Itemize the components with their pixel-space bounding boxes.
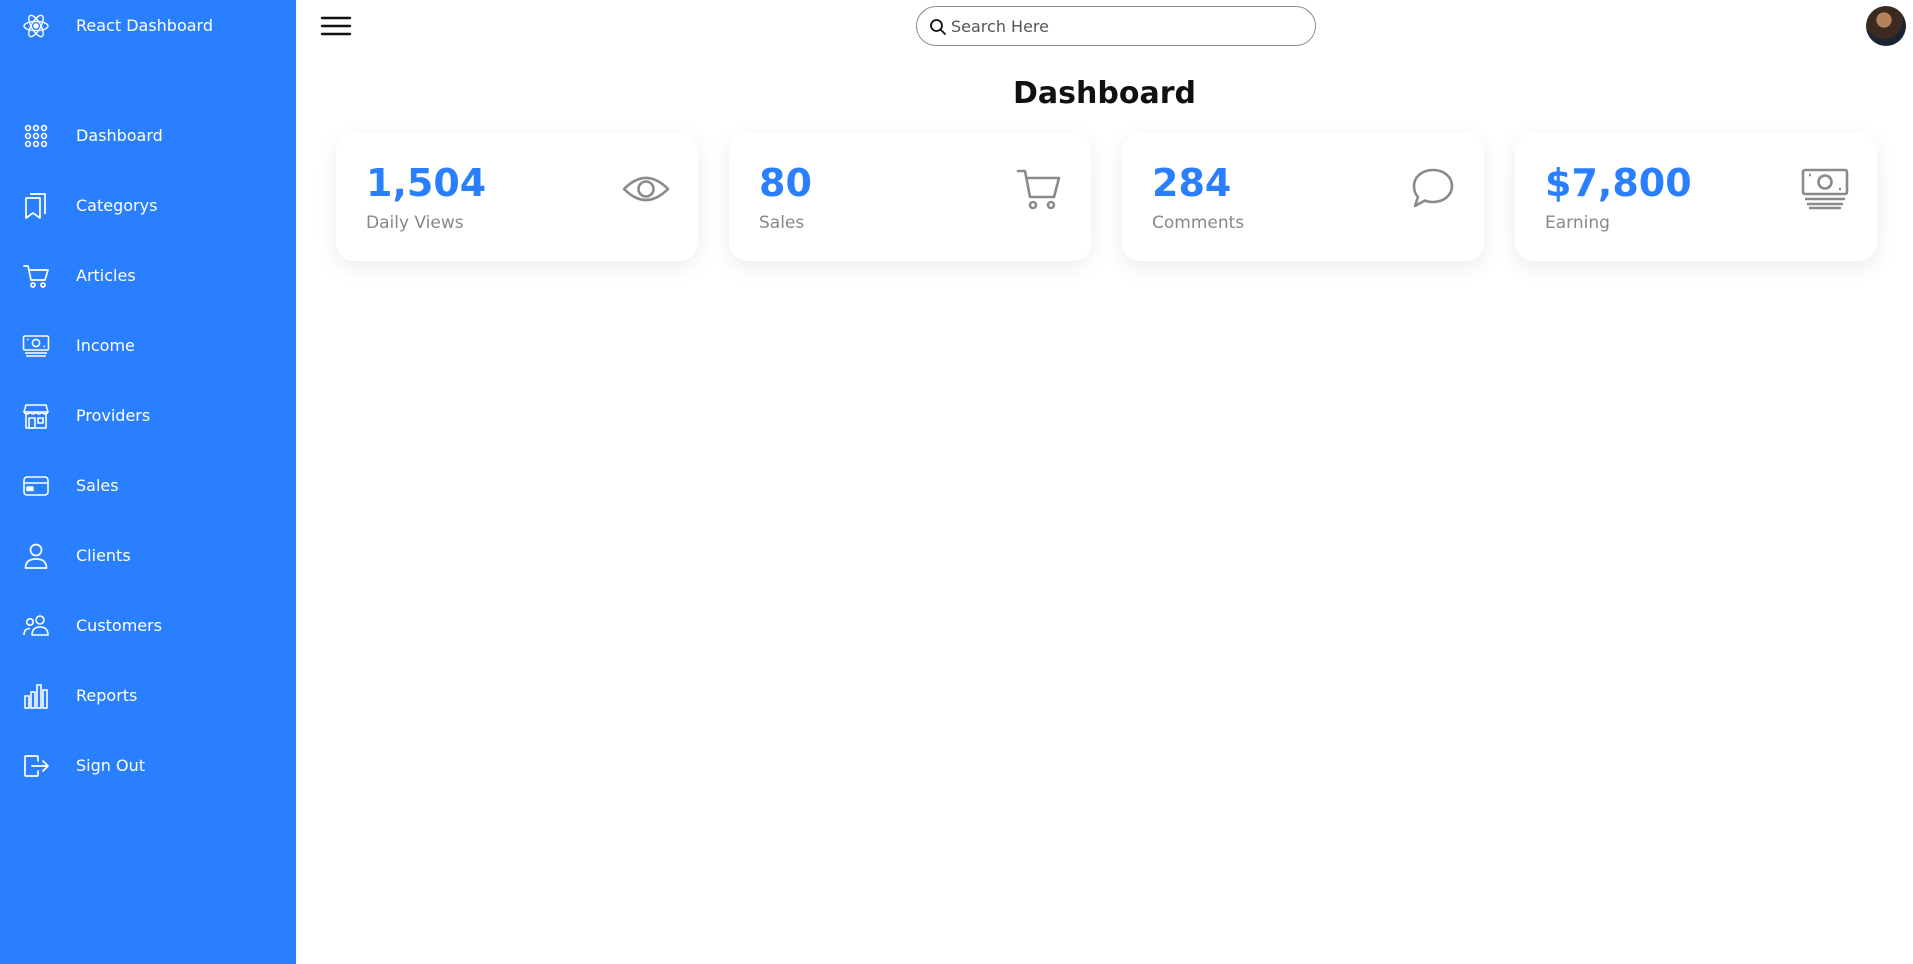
sidebar: React Dashboard Dashboard Categorys Arti… xyxy=(0,0,296,964)
bar-chart-icon xyxy=(22,682,50,710)
shop-icon xyxy=(22,402,50,430)
sidebar-item-label: Clients xyxy=(76,546,131,565)
sidebar-item-label: Sales xyxy=(76,476,119,495)
cart-icon xyxy=(1015,165,1063,213)
search-icon[interactable] xyxy=(929,18,947,36)
sidebar-item-label: Dashboard xyxy=(76,126,163,145)
stat-value: 284 xyxy=(1152,161,1232,205)
sidebar-item-customers[interactable]: Customers xyxy=(0,602,296,650)
grid-icon xyxy=(22,122,50,150)
sidebar-item-sign-out[interactable]: Sign Out xyxy=(0,742,296,790)
credit-card-icon xyxy=(22,472,50,500)
user-avatar[interactable] xyxy=(1866,6,1906,46)
sidebar-item-dashboard[interactable]: Dashboard xyxy=(0,112,296,160)
sidebar-item-label: Sign Out xyxy=(76,756,145,775)
stat-card-comments: 284 Comments xyxy=(1122,133,1484,261)
cash-icon xyxy=(22,332,50,360)
sidebar-item-label: Articles xyxy=(76,266,136,285)
react-icon xyxy=(22,12,50,40)
sidebar-item-label: Customers xyxy=(76,616,163,635)
cash-icon xyxy=(1801,165,1849,213)
chat-icon xyxy=(1408,165,1456,213)
stat-label: Comments xyxy=(1152,213,1245,233)
person-icon xyxy=(22,542,50,570)
people-icon xyxy=(22,612,50,640)
bookmarks-icon xyxy=(22,192,50,220)
sidebar-item-label: Reports xyxy=(76,686,138,705)
hamburger-menu-icon[interactable] xyxy=(320,14,352,38)
stat-value: $7,800 xyxy=(1545,161,1692,205)
stat-label: Daily Views xyxy=(366,213,464,233)
sidebar-item-label: Providers xyxy=(76,406,151,425)
sidebar-item-sales[interactable]: Sales xyxy=(0,462,296,510)
box-arrow-right-icon xyxy=(22,752,50,780)
stat-label: Sales xyxy=(759,213,805,233)
brand-label: React Dashboard xyxy=(76,16,214,35)
sidebar-item-categorys[interactable]: Categorys xyxy=(0,182,296,230)
stat-label: Earning xyxy=(1545,213,1610,233)
stat-card-sales: 80 Sales xyxy=(729,133,1091,261)
stat-value: 80 xyxy=(759,161,812,205)
sidebar-item-income[interactable]: Income xyxy=(0,322,296,370)
sidebar-item-clients[interactable]: Clients xyxy=(0,532,296,580)
sidebar-item-label: Income xyxy=(76,336,135,355)
sidebar-item-label: Categorys xyxy=(76,196,158,215)
stat-card-earning: $7,800 Earning xyxy=(1515,133,1877,261)
page-title: Dashboard xyxy=(1013,76,1196,111)
eye-icon xyxy=(622,165,670,213)
sidebar-item-providers[interactable]: Providers xyxy=(0,392,296,440)
app-root: React Dashboard Dashboard Categorys Arti… xyxy=(0,0,1913,964)
search-box xyxy=(916,6,1316,46)
sidebar-item-reports[interactable]: Reports xyxy=(0,672,296,720)
stat-card-daily-views: 1,504 Daily Views xyxy=(336,133,698,261)
search-input[interactable] xyxy=(951,13,1301,39)
brand[interactable]: React Dashboard xyxy=(22,10,213,42)
sidebar-item-articles[interactable]: Articles xyxy=(0,252,296,300)
cart-icon xyxy=(22,262,50,290)
stat-value: 1,504 xyxy=(366,161,487,205)
